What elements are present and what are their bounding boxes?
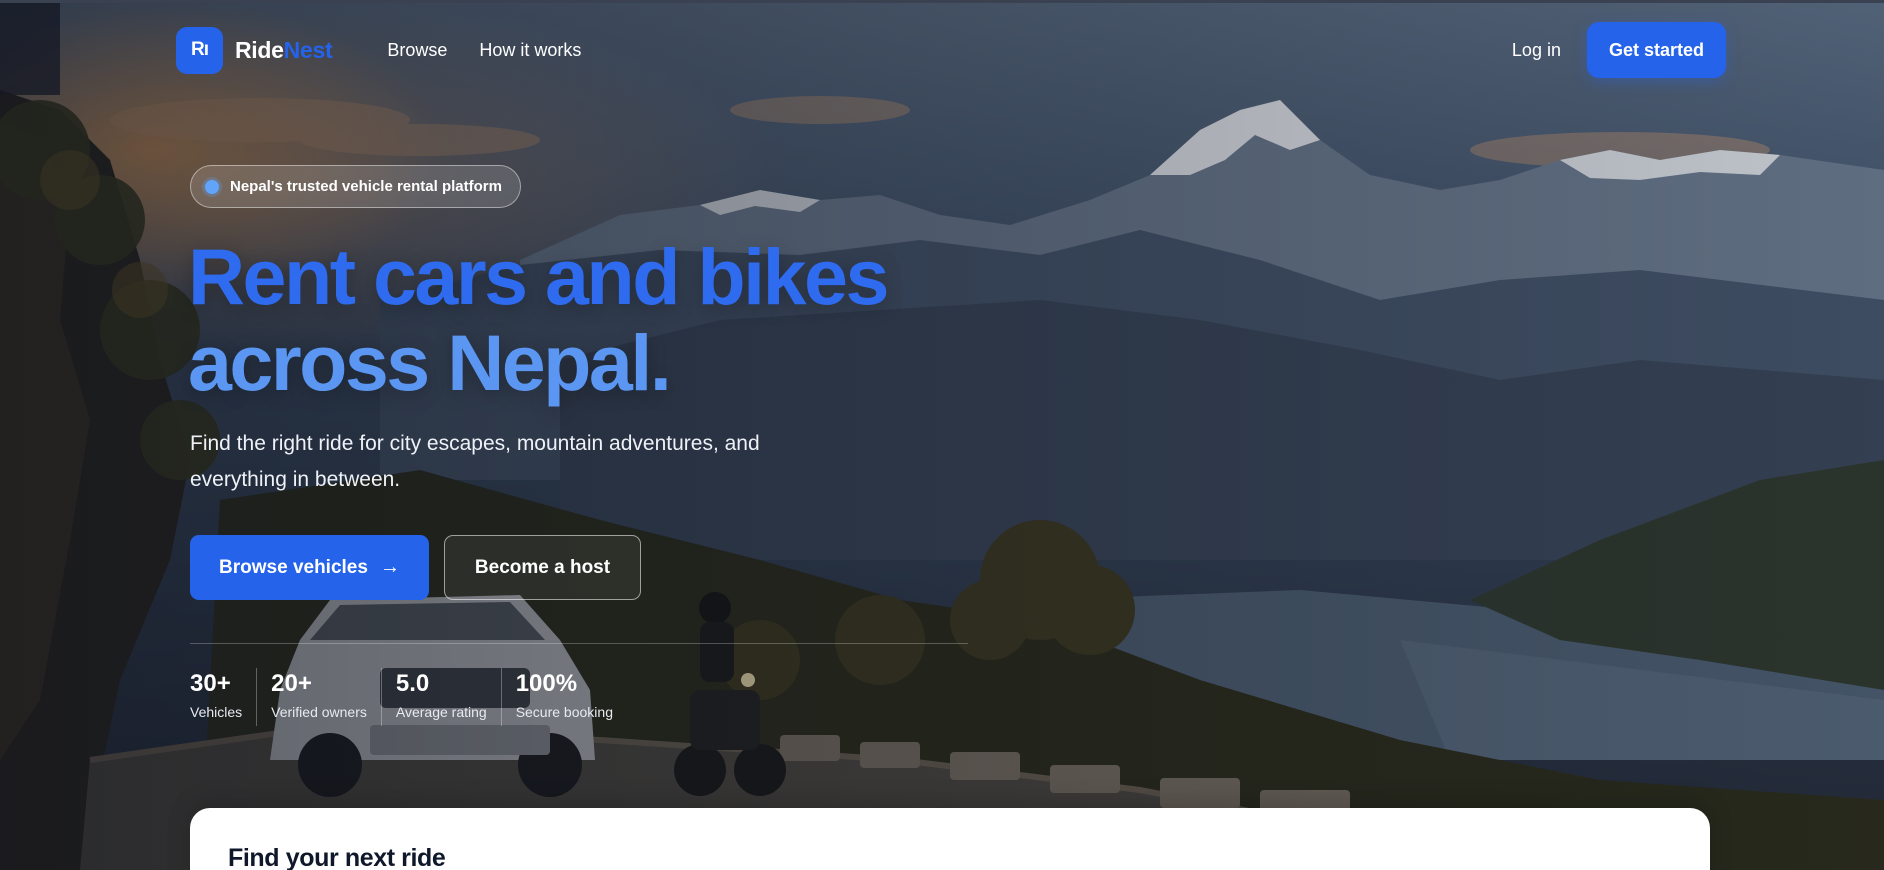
hero-subcopy: Find the right ride for city escapes, mo… xyxy=(190,432,760,491)
stat-average-rating: 5.0 Average rating xyxy=(396,668,502,726)
become-a-host-button[interactable]: Become a host xyxy=(444,535,641,600)
nav-link-how-it-works[interactable]: How it works xyxy=(479,40,581,61)
top-navigation: Rı RideNest Browse How it works Log in G… xyxy=(176,22,1726,78)
stat-value: 30+ xyxy=(190,670,231,697)
stat-value: 5.0 xyxy=(395,670,430,697)
logo-mark-icon: Rı xyxy=(176,26,223,74)
browse-vehicles-button[interactable]: Browse vehicles → xyxy=(190,535,429,600)
search-card: Find your next ride xyxy=(190,808,1710,870)
stat-value: 20+ xyxy=(271,670,312,697)
nav-link-browse[interactable]: Browse xyxy=(387,40,447,61)
browse-vehicles-label: Browse vehicles xyxy=(219,556,368,578)
hero-headline-line1: Rent cars and bikes xyxy=(188,232,889,321)
stat-secure-booking: 100% Secure booking xyxy=(516,668,627,726)
trust-badge: Nepal's trusted vehicle rental platform xyxy=(190,165,521,208)
brand-name-part1: Ride xyxy=(235,36,284,63)
get-started-button[interactable]: Get started xyxy=(1586,22,1726,78)
top-edge-line xyxy=(0,0,1884,3)
badge-dot-icon xyxy=(205,179,219,194)
stat-label: Secure booking xyxy=(515,704,613,720)
hero-headline: Rent cars and bikes across Nepal. xyxy=(188,234,988,406)
brand-name: RideNest xyxy=(235,36,333,64)
hero-headline-line2: across Nepal. xyxy=(188,318,672,407)
stat-label: Average rating xyxy=(395,704,487,720)
stat-vehicles: 30+ Vehicles xyxy=(190,668,258,726)
brand-logo[interactable]: Rı RideNest xyxy=(176,26,333,74)
stat-label: Vehicles xyxy=(190,704,243,720)
stats-divider xyxy=(190,643,968,644)
brand-name-part2: Nest xyxy=(283,36,333,63)
search-card-title: Find your next ride xyxy=(228,844,446,870)
arrow-right-icon: → xyxy=(379,556,400,578)
stat-value: 100% xyxy=(515,670,578,697)
stat-label: Verified owners xyxy=(271,704,367,720)
stat-verified-owners: 20+ Verified owners xyxy=(271,668,382,726)
stats-row: 30+ Vehicles 20+ Verified owners 5.0 Ave… xyxy=(190,668,641,726)
trust-badge-text: Nepal's trusted vehicle rental platform xyxy=(230,178,502,195)
login-link[interactable]: Log in xyxy=(1512,40,1561,61)
